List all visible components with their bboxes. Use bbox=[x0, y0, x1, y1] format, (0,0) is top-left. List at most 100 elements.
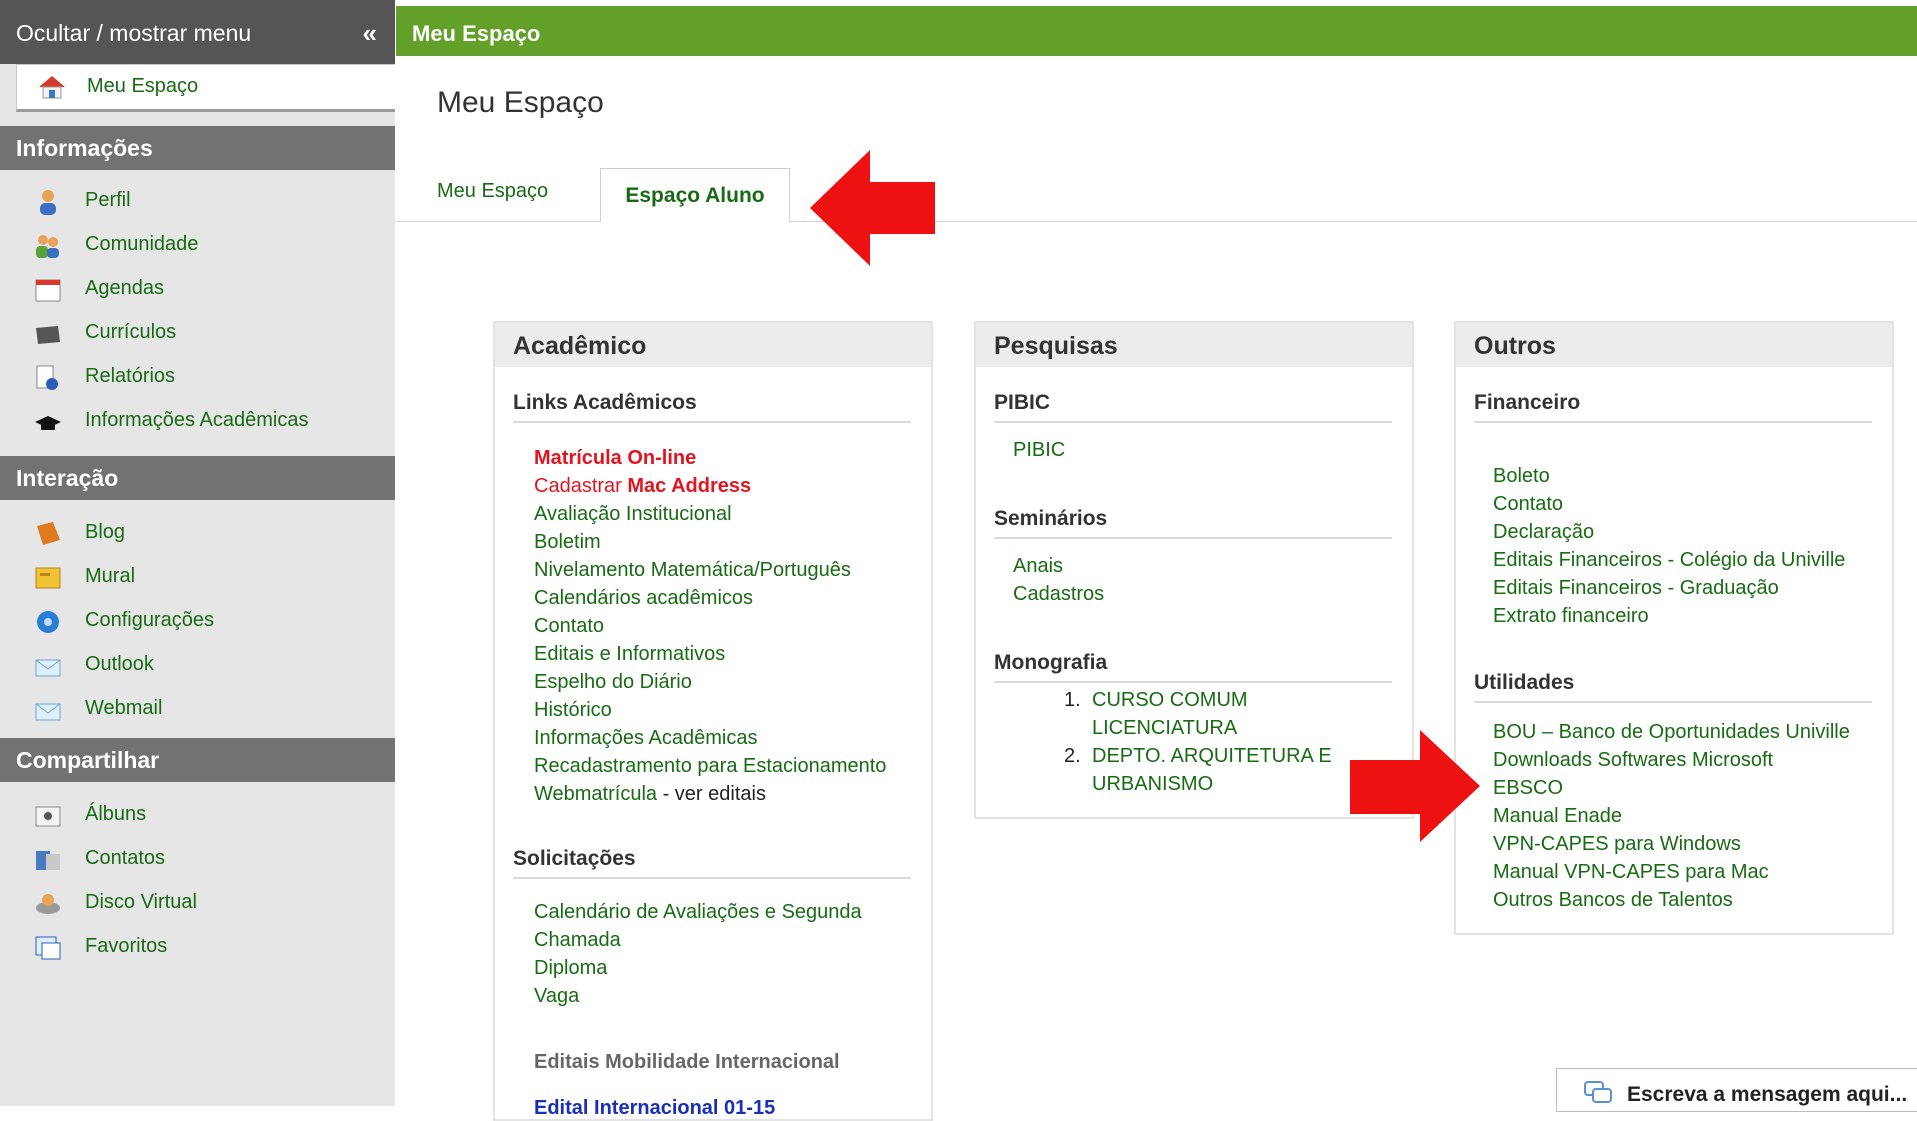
section-title: Informações bbox=[16, 135, 153, 161]
user-icon bbox=[40, 190, 56, 215]
sidebar-item-label: Comunidade bbox=[85, 233, 199, 255]
sidebar-item-label: Favoritos bbox=[85, 935, 168, 957]
sidebar-item-label: Outlook bbox=[85, 653, 154, 675]
mail-icon bbox=[35, 659, 61, 677]
link-solicitacao[interactable]: Chamada bbox=[534, 929, 621, 952]
settings-icon bbox=[37, 611, 59, 633]
section-seminarios: Seminários bbox=[994, 507, 1392, 539]
link-monografia[interactable]: LICENCIATURA bbox=[1092, 717, 1237, 740]
section-monografia: Monografia bbox=[994, 651, 1392, 683]
list-number: 1. bbox=[1064, 689, 1081, 711]
sidebar-item-label: Disco Virtual bbox=[85, 891, 197, 913]
link-monografia[interactable]: DEPTO. ARQUITETURA E bbox=[1092, 745, 1332, 768]
link-utilidade[interactable]: VPN-CAPES para Windows bbox=[1493, 833, 1741, 856]
sidebar-item-informacoes-academicas[interactable]: Informações Acadêmicas bbox=[0, 402, 395, 442]
link-cadastrar-mac-address[interactable]: Cadastrar Mac Address bbox=[534, 475, 751, 498]
panel-title: Pesquisas bbox=[976, 323, 1412, 367]
section-title: Compartilhar bbox=[16, 747, 160, 773]
link-text: Cadastrar bbox=[534, 475, 628, 497]
sidebar-item-label: Informações Acadêmicas bbox=[85, 409, 309, 431]
sidebar: Ocultar / mostrar menu « Meu Espaço Info… bbox=[0, 0, 395, 1106]
sidebar-item-configuracoes[interactable]: Configurações bbox=[0, 602, 395, 642]
link-monografia[interactable]: URBANISMO bbox=[1092, 773, 1213, 796]
mail-icon bbox=[35, 703, 61, 721]
sidebar-item-contatos[interactable]: Contatos bbox=[0, 840, 395, 880]
sidebar-item-outlook[interactable]: Outlook bbox=[0, 646, 395, 686]
header-title: Meu Espaço bbox=[412, 21, 541, 46]
report-icon bbox=[36, 365, 58, 390]
sidebar-item-label: Agendas bbox=[85, 277, 164, 299]
sidebar-item-albuns[interactable]: Álbuns bbox=[0, 796, 395, 836]
link-academico[interactable]: Contato bbox=[534, 615, 604, 638]
link-solicitacao[interactable]: Vaga bbox=[534, 985, 579, 1008]
link-utilidade[interactable]: Manual Enade bbox=[1493, 805, 1622, 828]
link-webmatricula[interactable]: Webmatrícula - ver editais bbox=[534, 783, 766, 806]
sidebar-item-label: Currículos bbox=[85, 321, 177, 343]
panel-title: Outros bbox=[1456, 323, 1892, 367]
link-academico[interactable]: Avaliação Institucional bbox=[534, 503, 732, 526]
link-academico[interactable]: Boletim bbox=[534, 531, 601, 554]
collapse-icon[interactable]: « bbox=[363, 0, 377, 66]
link-financeiro[interactable]: Extrato financeiro bbox=[1493, 605, 1649, 628]
sidebar-item-favoritos[interactable]: Favoritos bbox=[0, 928, 395, 968]
tab-meu-espaco[interactable]: Meu Espaço bbox=[437, 180, 548, 203]
sidebar-item-blog[interactable]: Blog bbox=[0, 514, 395, 554]
contacts-icon bbox=[36, 851, 60, 870]
sidebar-section-informacoes: Informações bbox=[0, 126, 395, 170]
link-seminario[interactable]: Anais bbox=[1013, 555, 1063, 578]
link-academico[interactable]: Recadastramento para Estacionamento bbox=[534, 755, 886, 778]
panel-academico: Acadêmico Links Acadêmicos Matrícula On-… bbox=[493, 321, 933, 1121]
link-financeiro[interactable]: Contato bbox=[1493, 493, 1563, 516]
link-solicitacao[interactable]: Diploma bbox=[534, 957, 607, 980]
link-monografia[interactable]: CURSO COMUM bbox=[1092, 689, 1248, 712]
link-matricula-online[interactable]: Matrícula On-line bbox=[534, 447, 696, 470]
sidebar-item-label: Meu Espaço bbox=[87, 75, 199, 97]
link-academico[interactable]: Espelho do Diário bbox=[534, 671, 692, 694]
graduation-cap-icon bbox=[35, 416, 61, 430]
sidebar-item-curriculos[interactable]: Currículos bbox=[0, 314, 395, 354]
calendar-icon bbox=[35, 279, 61, 302]
chat-input[interactable]: Escreva a mensagem aqui... bbox=[1556, 1068, 1917, 1112]
link-academico[interactable]: Calendários acadêmicos bbox=[534, 587, 753, 610]
link-financeiro[interactable]: Editais Financeiros - Colégio da Univill… bbox=[1493, 549, 1845, 572]
link-financeiro[interactable]: Boleto bbox=[1493, 465, 1550, 488]
sidebar-item-comunidade[interactable]: Comunidade bbox=[0, 226, 395, 266]
sidebar-item-webmail[interactable]: Webmail bbox=[0, 690, 395, 730]
section-financeiro: Financeiro bbox=[1474, 391, 1872, 423]
link-text: Webmatrícula bbox=[534, 783, 658, 805]
link-utilidade[interactable]: EBSCO bbox=[1493, 777, 1563, 800]
sidebar-item-meu-espaco[interactable]: Meu Espaço bbox=[16, 64, 395, 112]
section-utilidades: Utilidades bbox=[1474, 671, 1872, 703]
sidebar-item-mural[interactable]: Mural bbox=[0, 558, 395, 598]
link-pibic[interactable]: PIBIC bbox=[1013, 439, 1065, 462]
link-utilidade[interactable]: Outros Bancos de Talentos bbox=[1493, 889, 1733, 912]
header-bar: Meu Espaço bbox=[396, 0, 1917, 56]
sidebar-toggle-label: Ocultar / mostrar menu bbox=[16, 20, 252, 46]
mural-icon bbox=[35, 567, 61, 589]
link-academico[interactable]: Nivelamento Matemática/Português bbox=[534, 559, 851, 582]
link-seminario[interactable]: Cadastros bbox=[1013, 583, 1104, 606]
link-academico[interactable]: Editais e Informativos bbox=[534, 643, 725, 666]
link-financeiro[interactable]: Declaração bbox=[1493, 521, 1594, 544]
sidebar-item-disco-virtual[interactable]: Disco Virtual bbox=[0, 884, 395, 924]
link-financeiro[interactable]: Editais Financeiros - Graduação bbox=[1493, 577, 1779, 600]
sidebar-item-label: Configurações bbox=[85, 609, 214, 631]
link-utilidade[interactable]: BOU – Banco de Oportunidades Univille bbox=[1493, 721, 1850, 744]
sidebar-item-label: Perfil bbox=[85, 189, 131, 211]
panel-pesquisas: Pesquisas PIBIC PIBIC Seminários Anais C… bbox=[974, 321, 1414, 819]
sidebar-item-label: Álbuns bbox=[85, 803, 147, 825]
link-utilidade[interactable]: Downloads Softwares Microsoft bbox=[1493, 749, 1773, 772]
sidebar-item-label: Mural bbox=[85, 565, 136, 587]
link-academico[interactable]: Informações Acadêmicas bbox=[534, 727, 757, 750]
sidebar-item-relatorios[interactable]: Relatórios bbox=[0, 358, 395, 398]
sidebar-item-perfil[interactable]: Perfil bbox=[0, 182, 395, 222]
link-utilidade[interactable]: Manual VPN-CAPES para Mac bbox=[1493, 861, 1769, 884]
link-academico[interactable]: Histórico bbox=[534, 699, 612, 722]
sidebar-toggle[interactable]: Ocultar / mostrar menu « bbox=[0, 0, 395, 64]
link-solicitacao[interactable]: Calendário de Avaliações e Segunda bbox=[534, 901, 862, 924]
sidebar-section-compartilhar: Compartilhar bbox=[0, 738, 395, 782]
sidebar-item-agendas[interactable]: Agendas bbox=[0, 270, 395, 310]
link-edital-internacional[interactable]: Edital Internacional 01-15 bbox=[534, 1097, 775, 1120]
tab-espaco-aluno[interactable]: Espaço Aluno bbox=[600, 168, 790, 222]
sidebar-item-label: Webmail bbox=[85, 697, 163, 719]
